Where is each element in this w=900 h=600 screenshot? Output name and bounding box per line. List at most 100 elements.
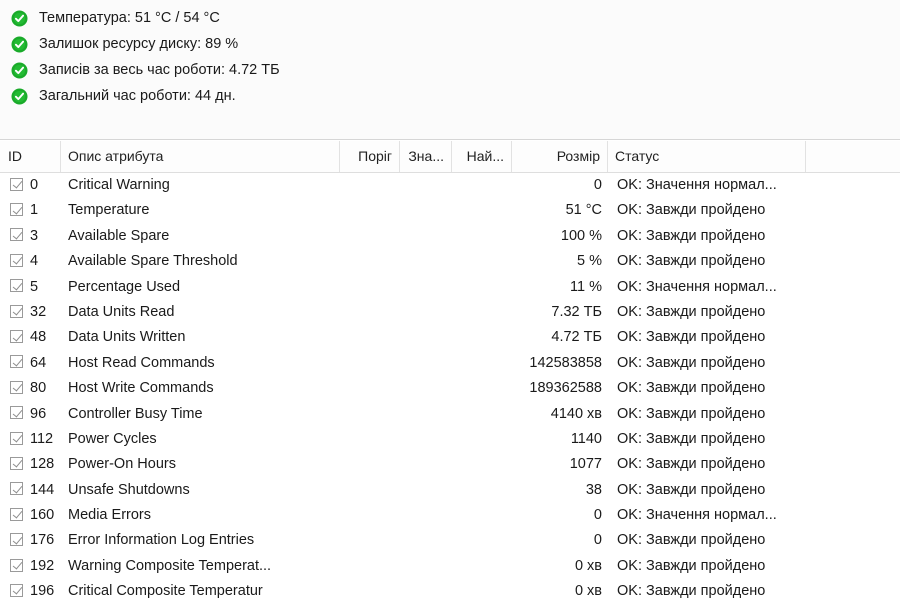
cell-status: OK: Значення нормал...: [617, 278, 777, 295]
cell-status: OK: Завжди пройдено: [617, 557, 766, 574]
cell-size: 0: [593, 507, 602, 524]
checkbox-checked-icon: [10, 380, 23, 394]
table-row[interactable]: 1 Temperature 51 °C OK: Завжди пройдено: [0, 198, 900, 223]
column-header-worst[interactable]: Най...: [451, 141, 511, 172]
health-summary-item: Загальний час роботи: 44 дн.: [0, 83, 900, 109]
row-checkbox[interactable]: [10, 528, 28, 553]
health-summary-item: Температура: 51 °C / 54 °C: [0, 5, 900, 31]
cell-size: 38: [585, 481, 602, 498]
health-summary-item-label: Температура: 51 °C / 54 °C: [39, 10, 220, 26]
cell-status: OK: Завжди пройдено: [617, 430, 766, 447]
table-row[interactable]: 80 Host Write Commands 189362588 OK: Завжди…: [0, 376, 900, 401]
checkbox-checked-icon: [10, 279, 23, 293]
table-header-row[interactable]: ID Опис атрибута Поріг Зна... Най... Роз…: [0, 141, 900, 173]
column-header-threshold[interactable]: Поріг: [339, 141, 399, 172]
table-row[interactable]: 160 Media Errors 0 OK: Значення нормал...: [0, 503, 900, 528]
row-checkbox[interactable]: [10, 376, 28, 401]
table-row[interactable]: 3 Available Spare 100 % OK: Завжди пройдено: [0, 224, 900, 249]
cell-status: OK: Значення нормал...: [617, 177, 777, 193]
cell-status: OK: Завжди пройдено: [617, 227, 766, 244]
cell-size: 0 хв: [574, 557, 602, 574]
table-row[interactable]: 128 Power-On Hours 1077 OK: Завжди пройдено: [0, 452, 900, 477]
cell-id: 160: [30, 507, 55, 524]
smart-attributes-table[interactable]: ID Опис атрибута Поріг Зна... Най... Роз…: [0, 141, 900, 600]
row-checkbox[interactable]: [10, 478, 28, 503]
checkbox-checked-icon: [10, 406, 23, 420]
row-checkbox[interactable]: [10, 427, 28, 452]
cell-size: 11 %: [570, 278, 602, 295]
column-header-size-label: Розмір: [556, 148, 600, 164]
row-checkbox[interactable]: [10, 173, 28, 198]
row-checkbox[interactable]: [10, 579, 28, 600]
column-header-description[interactable]: Опис атрибута: [60, 141, 339, 172]
row-checkbox[interactable]: [10, 402, 28, 427]
row-checkbox[interactable]: [10, 198, 28, 223]
cell-description: Media Errors: [68, 507, 151, 524]
table-row[interactable]: 5 Percentage Used 11 % OK: Значення нормал.…: [0, 275, 900, 300]
cell-description: Host Write Commands: [68, 380, 214, 397]
cell-size: 0: [593, 177, 602, 193]
cell-size: 142583858: [529, 354, 602, 371]
panel-divider: [0, 139, 900, 140]
table-row[interactable]: 96 Controller Busy Time 4140 хв OK: Завжди …: [0, 402, 900, 427]
cell-status: OK: Завжди пройдено: [617, 405, 766, 422]
column-header-value[interactable]: Зна...: [399, 141, 451, 172]
row-checkbox[interactable]: [10, 452, 28, 477]
table-row[interactable]: 64 Host Read Commands 142583858 OK: Завжди …: [0, 351, 900, 376]
table-row[interactable]: 176 Error Information Log Entries 0 OK: Зав…: [0, 528, 900, 553]
cell-id: 80: [30, 380, 47, 397]
cell-id: 64: [30, 354, 47, 371]
table-row[interactable]: 0 Critical Warning 0 OK: Значення нормал...: [0, 173, 900, 198]
cell-description: Host Read Commands: [68, 354, 215, 371]
cell-description: Percentage Used: [68, 278, 181, 295]
cell-id: 0: [30, 177, 39, 193]
health-summary-item-label: Залишок ресурсу диску: 89 %: [39, 36, 239, 52]
checkbox-checked-icon: [10, 330, 23, 344]
cell-size: 4140 хв: [550, 405, 602, 422]
table-row[interactable]: 192 Warning Composite Temperat... 0 хв OK: …: [0, 554, 900, 579]
cell-id: 192: [30, 557, 55, 574]
column-header-status[interactable]: Статус: [607, 141, 805, 172]
cell-description: Critical Warning: [68, 177, 170, 193]
table-row[interactable]: 196 Critical Composite Temperatur 0 хв OK: …: [0, 579, 900, 600]
table-row[interactable]: 4 Available Spare Threshold 5 % OK: Завжди …: [0, 249, 900, 274]
checkbox-checked-icon: [10, 583, 23, 597]
cell-description: Data Units Written: [68, 329, 186, 346]
row-checkbox[interactable]: [10, 249, 28, 274]
table-body[interactable]: 0 Critical Warning 0 OK: Значення нормал...…: [0, 173, 900, 600]
cell-status: OK: Завжди пройдено: [617, 354, 766, 371]
cell-description: Error Information Log Entries: [68, 532, 255, 549]
table-row[interactable]: 48 Data Units Written 4.72 ТБ OK: Завжди пр…: [0, 325, 900, 350]
row-checkbox[interactable]: [10, 325, 28, 350]
cell-description: Data Units Read: [68, 303, 175, 320]
row-checkbox[interactable]: [10, 554, 28, 579]
health-summary-item: Залишок ресурсу диску: 89 %: [0, 31, 900, 57]
column-header-size[interactable]: Розмір: [511, 141, 607, 172]
table-row[interactable]: 144 Unsafe Shutdowns 38 OK: Завжди пройдено: [0, 478, 900, 503]
cell-id: 1: [30, 202, 39, 219]
cell-size: 5 %: [577, 253, 602, 270]
column-header-spare[interactable]: [805, 141, 899, 172]
cell-id: 128: [30, 456, 55, 473]
table-row[interactable]: 112 Power Cycles 1140 OK: Завжди пройдено: [0, 427, 900, 452]
health-summary-item-label: Загальний час роботи: 44 дн.: [39, 88, 236, 104]
health-summary-item: Записів за весь час роботи: 4.72 ТБ: [0, 57, 900, 83]
row-checkbox[interactable]: [10, 351, 28, 376]
cell-id: 96: [30, 405, 47, 422]
row-checkbox[interactable]: [10, 503, 28, 528]
green-check-circle-icon: [11, 10, 28, 27]
row-checkbox[interactable]: [10, 275, 28, 300]
green-check-circle-icon: [11, 62, 28, 79]
cell-description: Controller Busy Time: [68, 405, 203, 422]
cell-status: OK: Завжди пройдено: [617, 456, 766, 473]
column-header-id-label: ID: [8, 148, 22, 164]
row-checkbox[interactable]: [10, 224, 28, 249]
checkbox-checked-icon: [10, 228, 23, 242]
row-checkbox[interactable]: [10, 300, 28, 325]
cell-size: 0: [593, 532, 602, 549]
cell-status: OK: Завжди пройдено: [617, 202, 766, 219]
column-header-id[interactable]: ID: [1, 141, 60, 172]
table-row[interactable]: 32 Data Units Read 7.32 ТБ OK: Завжди пройд…: [0, 300, 900, 325]
cell-size: 4.72 ТБ: [551, 329, 602, 346]
column-header-threshold-label: Поріг: [358, 148, 392, 164]
